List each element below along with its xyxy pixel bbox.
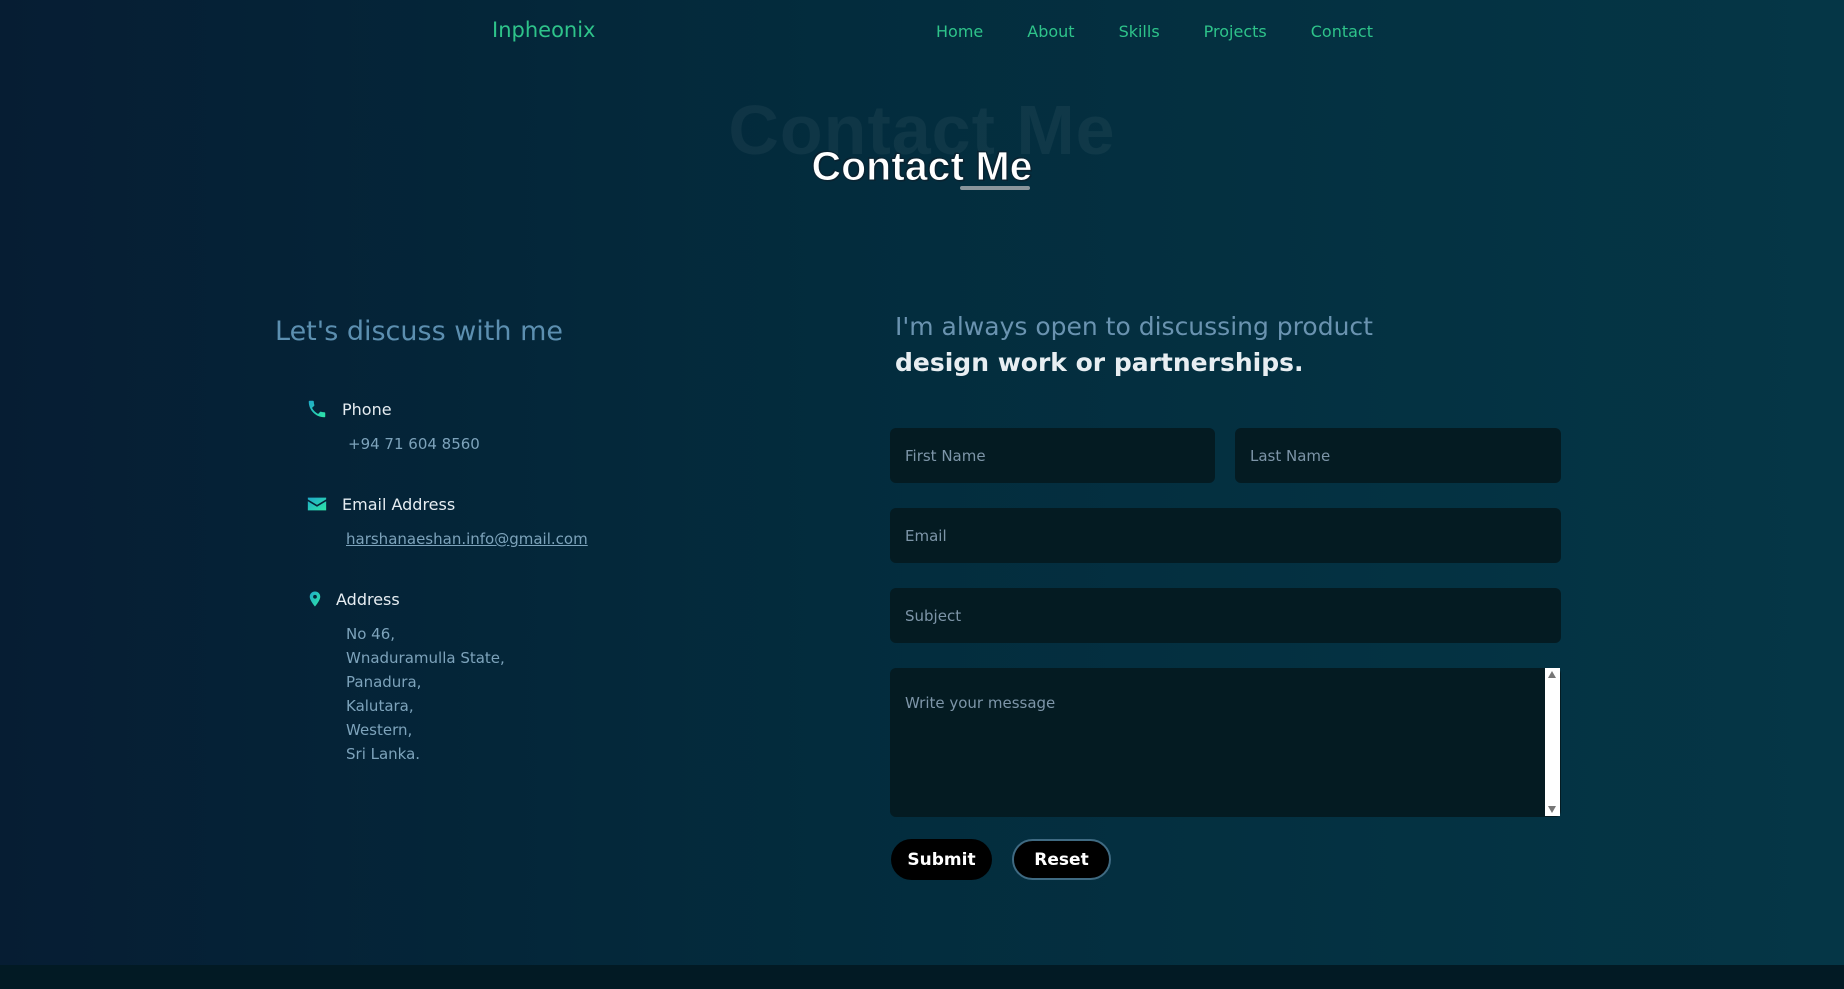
address-line: Western, <box>346 721 413 739</box>
email-input[interactable] <box>890 508 1561 563</box>
nav-about[interactable]: About <box>1027 22 1074 41</box>
contact-heading: Let's discuss with me <box>275 316 563 347</box>
phone-label: Phone <box>342 400 392 419</box>
first-name-input[interactable] <box>890 428 1215 483</box>
nav-contact[interactable]: Contact <box>1311 22 1373 41</box>
last-name-input[interactable] <box>1235 428 1561 483</box>
nav-home[interactable]: Home <box>936 22 983 41</box>
submit-button[interactable]: Submit <box>891 839 992 880</box>
nav-skills[interactable]: Skills <box>1119 22 1160 41</box>
address-line: Wnaduramulla State, <box>346 649 505 667</box>
form-tagline: I'm always open to discussing product <box>895 312 1373 341</box>
scroll-up-arrow-icon[interactable] <box>1548 671 1556 678</box>
phone-value: +94 71 604 8560 <box>348 435 480 453</box>
message-textarea[interactable] <box>890 668 1561 817</box>
form-tagline-bold: design work or partnerships. <box>895 348 1304 377</box>
main-nav: Home About Skills Projects Contact <box>936 22 1417 41</box>
address-lines: No 46, Wnaduramulla State, Panadura, Kal… <box>346 622 505 766</box>
address-label: Address <box>336 590 400 609</box>
scroll-down-arrow-icon[interactable] <box>1548 806 1556 813</box>
phone-icon <box>308 400 326 418</box>
textarea-scrollbar[interactable] <box>1545 668 1560 816</box>
footer-strip <box>0 965 1844 989</box>
brand-logo[interactable]: Inpheonix <box>492 18 595 42</box>
nav-projects[interactable]: Projects <box>1204 22 1267 41</box>
map-pin-icon <box>309 591 321 607</box>
address-line: Sri Lanka. <box>346 745 421 763</box>
email-label: Email Address <box>342 495 456 514</box>
page-title: Contact Me <box>811 143 1033 190</box>
subject-input[interactable] <box>890 588 1561 643</box>
address-line: Panadura, <box>346 673 422 691</box>
reset-button[interactable]: Reset <box>1012 839 1111 880</box>
email-link[interactable]: harshanaeshan.info@gmail.com <box>346 527 588 551</box>
envelope-icon <box>307 497 327 511</box>
address-line: Kalutara, <box>346 697 414 715</box>
address-line: No 46, <box>346 625 396 643</box>
title-underline <box>960 186 1030 190</box>
